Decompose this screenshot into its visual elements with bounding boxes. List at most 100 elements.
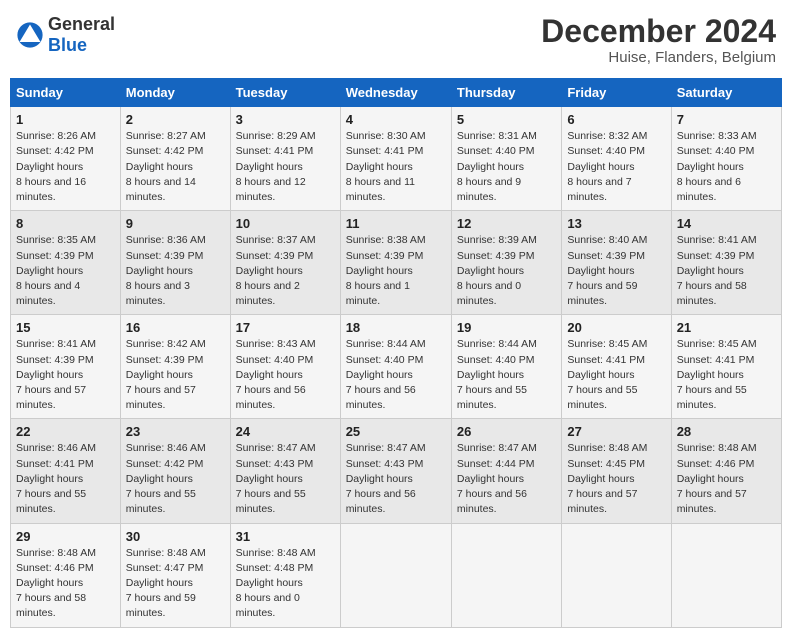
calendar-day-cell: 11 Sunrise: 8:38 AMSunset: 4:39 PMDaylig…	[340, 211, 451, 315]
month-title: December 2024	[541, 14, 776, 49]
calendar-day-cell: 20 Sunrise: 8:45 AMSunset: 4:41 PMDaylig…	[562, 315, 671, 419]
day-detail: Sunrise: 8:48 AMSunset: 4:46 PMDaylight …	[16, 547, 96, 620]
day-detail: Sunrise: 8:40 AMSunset: 4:39 PMDaylight …	[567, 234, 647, 307]
calendar-day-cell: 15 Sunrise: 8:41 AMSunset: 4:39 PMDaylig…	[11, 315, 121, 419]
day-number: 31	[236, 529, 335, 544]
weekday-header: Friday	[562, 79, 671, 107]
day-detail: Sunrise: 8:43 AMSunset: 4:40 PMDaylight …	[236, 338, 316, 411]
day-number: 7	[677, 112, 776, 127]
calendar-day-cell: 27 Sunrise: 8:48 AMSunset: 4:45 PMDaylig…	[562, 419, 671, 523]
day-detail: Sunrise: 8:27 AMSunset: 4:42 PMDaylight …	[126, 130, 206, 203]
day-detail: Sunrise: 8:36 AMSunset: 4:39 PMDaylight …	[126, 234, 206, 307]
day-number: 26	[457, 424, 556, 439]
day-detail: Sunrise: 8:47 AMSunset: 4:43 PMDaylight …	[346, 442, 426, 515]
calendar-table: SundayMondayTuesdayWednesdayThursdayFrid…	[10, 78, 782, 627]
day-detail: Sunrise: 8:35 AMSunset: 4:39 PMDaylight …	[16, 234, 96, 307]
day-detail: Sunrise: 8:48 AMSunset: 4:46 PMDaylight …	[677, 442, 757, 515]
weekday-header: Monday	[120, 79, 230, 107]
calendar-week-row: 1 Sunrise: 8:26 AMSunset: 4:42 PMDayligh…	[11, 107, 782, 211]
day-number: 11	[346, 216, 446, 231]
day-detail: Sunrise: 8:41 AMSunset: 4:39 PMDaylight …	[677, 234, 757, 307]
calendar-day-cell: 28 Sunrise: 8:48 AMSunset: 4:46 PMDaylig…	[671, 419, 781, 523]
day-number: 14	[677, 216, 776, 231]
day-number: 16	[126, 320, 225, 335]
day-number: 19	[457, 320, 556, 335]
day-detail: Sunrise: 8:48 AMSunset: 4:45 PMDaylight …	[567, 442, 647, 515]
day-number: 13	[567, 216, 665, 231]
calendar-day-cell: 23 Sunrise: 8:46 AMSunset: 4:42 PMDaylig…	[120, 419, 230, 523]
day-number: 5	[457, 112, 556, 127]
day-number: 1	[16, 112, 115, 127]
day-detail: Sunrise: 8:32 AMSunset: 4:40 PMDaylight …	[567, 130, 647, 203]
day-detail: Sunrise: 8:46 AMSunset: 4:42 PMDaylight …	[126, 442, 206, 515]
day-number: 29	[16, 529, 115, 544]
calendar-day-cell: 25 Sunrise: 8:47 AMSunset: 4:43 PMDaylig…	[340, 419, 451, 523]
calendar-day-cell: 24 Sunrise: 8:47 AMSunset: 4:43 PMDaylig…	[230, 419, 340, 523]
day-number: 27	[567, 424, 665, 439]
logo-text: General Blue	[48, 14, 115, 56]
logo-blue: Blue	[48, 35, 87, 55]
day-number: 6	[567, 112, 665, 127]
day-detail: Sunrise: 8:44 AMSunset: 4:40 PMDaylight …	[346, 338, 426, 411]
calendar-header-row: SundayMondayTuesdayWednesdayThursdayFrid…	[11, 79, 782, 107]
day-number: 20	[567, 320, 665, 335]
calendar-week-row: 22 Sunrise: 8:46 AMSunset: 4:41 PMDaylig…	[11, 419, 782, 523]
logo-general: General	[48, 14, 115, 34]
day-number: 30	[126, 529, 225, 544]
day-number: 18	[346, 320, 446, 335]
day-number: 3	[236, 112, 335, 127]
calendar-day-cell: 17 Sunrise: 8:43 AMSunset: 4:40 PMDaylig…	[230, 315, 340, 419]
day-detail: Sunrise: 8:38 AMSunset: 4:39 PMDaylight …	[346, 234, 426, 307]
weekday-header: Tuesday	[230, 79, 340, 107]
day-number: 12	[457, 216, 556, 231]
calendar-day-cell: 3 Sunrise: 8:29 AMSunset: 4:41 PMDayligh…	[230, 107, 340, 211]
day-detail: Sunrise: 8:46 AMSunset: 4:41 PMDaylight …	[16, 442, 96, 515]
logo: General Blue	[16, 14, 115, 56]
day-number: 10	[236, 216, 335, 231]
logo-icon	[16, 21, 44, 49]
day-number: 15	[16, 320, 115, 335]
day-number: 28	[677, 424, 776, 439]
day-detail: Sunrise: 8:42 AMSunset: 4:39 PMDaylight …	[126, 338, 206, 411]
day-detail: Sunrise: 8:33 AMSunset: 4:40 PMDaylight …	[677, 130, 757, 203]
day-number: 21	[677, 320, 776, 335]
calendar-day-cell: 9 Sunrise: 8:36 AMSunset: 4:39 PMDayligh…	[120, 211, 230, 315]
day-detail: Sunrise: 8:47 AMSunset: 4:43 PMDaylight …	[236, 442, 316, 515]
calendar-day-cell: 1 Sunrise: 8:26 AMSunset: 4:42 PMDayligh…	[11, 107, 121, 211]
calendar-day-cell: 4 Sunrise: 8:30 AMSunset: 4:41 PMDayligh…	[340, 107, 451, 211]
day-detail: Sunrise: 8:45 AMSunset: 4:41 PMDaylight …	[567, 338, 647, 411]
day-detail: Sunrise: 8:29 AMSunset: 4:41 PMDaylight …	[236, 130, 316, 203]
calendar-day-cell: 22 Sunrise: 8:46 AMSunset: 4:41 PMDaylig…	[11, 419, 121, 523]
day-number: 9	[126, 216, 225, 231]
calendar-day-cell: 10 Sunrise: 8:37 AMSunset: 4:39 PMDaylig…	[230, 211, 340, 315]
location-title: Huise, Flanders, Belgium	[541, 49, 776, 66]
calendar-day-cell: 21 Sunrise: 8:45 AMSunset: 4:41 PMDaylig…	[671, 315, 781, 419]
day-detail: Sunrise: 8:48 AMSunset: 4:48 PMDaylight …	[236, 547, 316, 620]
day-detail: Sunrise: 8:48 AMSunset: 4:47 PMDaylight …	[126, 547, 206, 620]
weekday-header: Saturday	[671, 79, 781, 107]
calendar-day-cell: 5 Sunrise: 8:31 AMSunset: 4:40 PMDayligh…	[451, 107, 561, 211]
day-detail: Sunrise: 8:44 AMSunset: 4:40 PMDaylight …	[457, 338, 537, 411]
calendar-day-cell: 26 Sunrise: 8:47 AMSunset: 4:44 PMDaylig…	[451, 419, 561, 523]
day-number: 4	[346, 112, 446, 127]
weekday-header: Wednesday	[340, 79, 451, 107]
day-number: 17	[236, 320, 335, 335]
day-detail: Sunrise: 8:39 AMSunset: 4:39 PMDaylight …	[457, 234, 537, 307]
calendar-day-cell: 18 Sunrise: 8:44 AMSunset: 4:40 PMDaylig…	[340, 315, 451, 419]
day-number: 23	[126, 424, 225, 439]
day-number: 8	[16, 216, 115, 231]
calendar-day-cell: 16 Sunrise: 8:42 AMSunset: 4:39 PMDaylig…	[120, 315, 230, 419]
calendar-week-row: 8 Sunrise: 8:35 AMSunset: 4:39 PMDayligh…	[11, 211, 782, 315]
day-number: 24	[236, 424, 335, 439]
calendar-day-cell: 6 Sunrise: 8:32 AMSunset: 4:40 PMDayligh…	[562, 107, 671, 211]
calendar-day-cell: 2 Sunrise: 8:27 AMSunset: 4:42 PMDayligh…	[120, 107, 230, 211]
weekday-header: Thursday	[451, 79, 561, 107]
calendar-day-cell: 8 Sunrise: 8:35 AMSunset: 4:39 PMDayligh…	[11, 211, 121, 315]
day-detail: Sunrise: 8:45 AMSunset: 4:41 PMDaylight …	[677, 338, 757, 411]
day-number: 25	[346, 424, 446, 439]
day-detail: Sunrise: 8:30 AMSunset: 4:41 PMDaylight …	[346, 130, 426, 203]
day-detail: Sunrise: 8:41 AMSunset: 4:39 PMDaylight …	[16, 338, 96, 411]
day-detail: Sunrise: 8:31 AMSunset: 4:40 PMDaylight …	[457, 130, 537, 203]
calendar-day-cell: 12 Sunrise: 8:39 AMSunset: 4:39 PMDaylig…	[451, 211, 561, 315]
calendar-day-cell: 19 Sunrise: 8:44 AMSunset: 4:40 PMDaylig…	[451, 315, 561, 419]
